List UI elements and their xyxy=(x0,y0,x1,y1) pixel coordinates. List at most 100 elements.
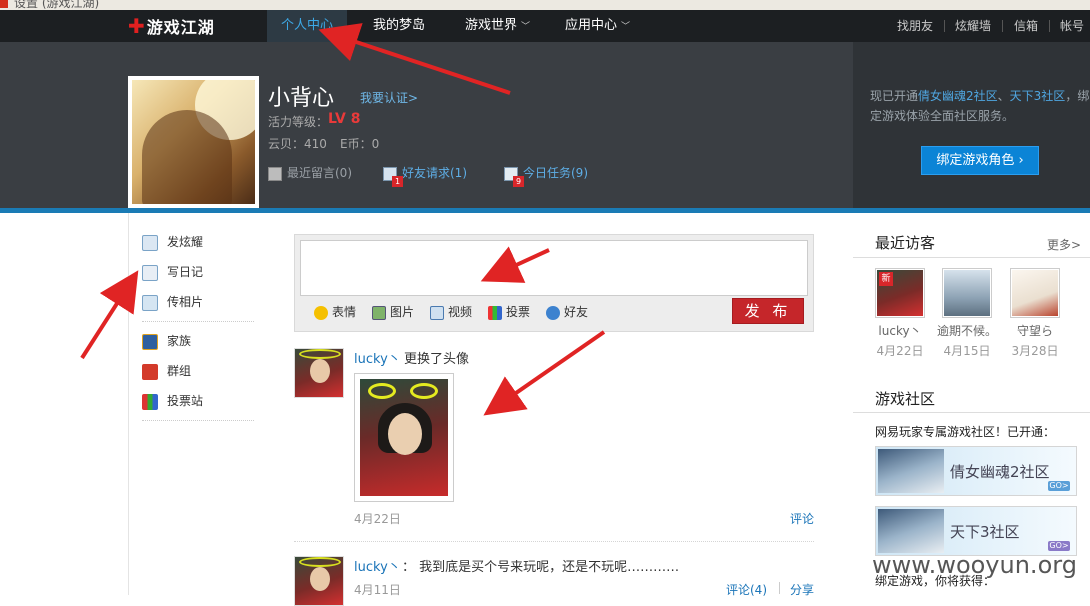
browser-titlebar: 设置 (游戏江湖) xyxy=(0,0,1090,10)
visitor-name[interactable]: 守望ら xyxy=(1005,322,1065,339)
avatar-face xyxy=(310,567,330,591)
go-badge: GO> xyxy=(1048,541,1070,551)
sidebar-label: 家族 xyxy=(167,334,192,348)
logo-mark-icon: ✚ xyxy=(128,14,145,38)
feed-date: 4月11日 xyxy=(354,583,401,597)
level-label: 活力等级： xyxy=(268,115,329,129)
site-logo[interactable]: ✚ 游戏江湖 xyxy=(128,13,215,39)
photo-face xyxy=(388,413,422,455)
bar-chart-icon xyxy=(488,305,502,320)
nav-show-wall[interactable]: 炫耀墙 xyxy=(955,10,991,42)
community-subtitle: 网易玩家专属游戏社区！已开通： xyxy=(875,425,1056,439)
video-tool[interactable]: 视频 xyxy=(430,302,472,322)
tool-label: 表情 xyxy=(332,305,357,319)
nav-item-personal-center[interactable]: 个人中心 xyxy=(267,10,348,42)
smiley-icon xyxy=(314,305,328,320)
banner-character-image xyxy=(878,509,944,553)
visitor-date: 3月28日 xyxy=(1011,344,1059,358)
emoji-tool[interactable]: 表情 xyxy=(314,302,356,322)
section-divider xyxy=(853,257,1090,258)
comment-link[interactable]: 评论(4) xyxy=(726,581,767,598)
share-link[interactable]: 分享 xyxy=(790,581,814,598)
promo-link-tx3[interactable]: 天下3社区 xyxy=(1010,89,1066,103)
nav-divider xyxy=(944,20,945,32)
new-badge: 新 xyxy=(879,272,893,286)
more-visitors-link[interactable]: 更多> xyxy=(1047,236,1081,253)
sidebar-item-post-show[interactable]: 发炫耀 xyxy=(142,232,203,252)
sidebar-divider xyxy=(142,321,254,322)
recent-messages-link[interactable]: 最近留言(0) xyxy=(268,164,352,182)
tool-label: 图片 xyxy=(390,305,415,319)
daily-tasks-link[interactable]: 9 今日任务(9) xyxy=(504,164,588,187)
recent-messages-label: 最近留言(0) xyxy=(287,166,352,180)
visitor-name[interactable]: 逾期不候。 xyxy=(937,322,997,339)
promo-link-qnyh2[interactable]: 倩女幽魂2社区 xyxy=(918,89,998,103)
nav-label: 我的梦岛 xyxy=(373,18,426,33)
logo-text: 游戏江湖 xyxy=(146,18,215,37)
sidebar-label: 写日记 xyxy=(167,265,204,279)
browser-tab-icon xyxy=(0,0,8,8)
feed-user-avatar[interactable] xyxy=(294,348,344,398)
browser-title: 设置 (游戏江湖) xyxy=(14,0,100,10)
post-input[interactable] xyxy=(300,240,808,296)
sidebar-item-groups[interactable]: 群组 xyxy=(142,361,191,381)
sidebar-item-family[interactable]: 家族 xyxy=(142,331,191,351)
sidebar-item-write-diary[interactable]: 写日记 xyxy=(142,262,203,282)
visitor-avatar[interactable] xyxy=(1010,268,1060,318)
go-badge: GO> xyxy=(1048,481,1070,491)
nav-account[interactable]: 帐号 xyxy=(1060,10,1084,42)
nav-mailbox[interactable]: 信箱 xyxy=(1014,10,1038,42)
feed-photo[interactable] xyxy=(354,373,454,502)
clipboard-icon xyxy=(268,166,282,181)
photo-upload-icon xyxy=(142,294,158,311)
publish-button[interactable]: 发 布 xyxy=(732,298,804,324)
promo-sep: 、 xyxy=(997,89,1010,103)
community-banner-qnyh2[interactable]: 倩女幽魂2社区 GO> xyxy=(875,446,1077,496)
bind-game-role-button[interactable]: 绑定游戏角色 › xyxy=(921,146,1039,175)
verify-link[interactable]: 我要认证> xyxy=(360,89,418,106)
top-nav: ✚ 游戏江湖 个人中心 我的梦岛 游戏世界 ﹀ 应用中心 ﹀ 找朋友 炫耀墙 信箱 … xyxy=(0,10,1090,42)
feed-username[interactable]: lucky丶 xyxy=(354,348,401,367)
avatar[interactable] xyxy=(128,76,259,208)
friend-request-icon: 1 xyxy=(383,166,403,187)
sidebar-label: 群组 xyxy=(167,364,192,378)
family-crown-icon xyxy=(142,333,158,350)
image-tool[interactable]: 图片 xyxy=(372,302,414,322)
arrow-to-feed-photo xyxy=(483,330,606,416)
visitor-image xyxy=(1012,270,1058,316)
sidebar-item-upload-photo[interactable]: 传相片 xyxy=(142,292,203,312)
star-post-icon xyxy=(142,234,158,251)
vote-tool[interactable]: 投票 xyxy=(488,302,530,322)
arrow-to-write-diary xyxy=(80,270,139,360)
community-banner-tx3[interactable]: 天下3社区 GO> xyxy=(875,506,1077,556)
nav-item-app-center[interactable]: 应用中心 ﹀ xyxy=(551,10,644,42)
nav-item-game-world[interactable]: 游戏世界 ﹀ xyxy=(451,10,544,42)
feed-photo-image xyxy=(360,379,448,496)
friend-requests-link[interactable]: 1 好友请求(1) xyxy=(383,164,467,187)
mention-friend-tool[interactable]: 好友 xyxy=(546,302,588,322)
feed-user-avatar[interactable] xyxy=(294,556,344,606)
visitor-name[interactable]: lucky丶 xyxy=(870,322,930,339)
visitor-avatar[interactable]: 新 xyxy=(875,268,925,318)
feed-text: ： 我到底是买个号来玩呢，还是不玩呢………… xyxy=(402,560,680,575)
photo-doodle xyxy=(410,383,438,399)
visitor-image: 新 xyxy=(877,270,923,316)
feed-username[interactable]: lucky丶 xyxy=(354,556,401,575)
sidebar-label: 传相片 xyxy=(167,295,204,309)
game-community-title: 游戏社区 xyxy=(875,390,936,408)
sidebar-label: 发炫耀 xyxy=(167,235,204,249)
sidebar-item-vote-station[interactable]: 投票站 xyxy=(142,391,203,411)
banner-label: 天下3社区 xyxy=(950,523,1020,541)
avatar-face xyxy=(310,359,330,383)
avatar-figure xyxy=(142,110,232,204)
visitor-avatar[interactable] xyxy=(942,268,992,318)
daily-task-badge: 9 xyxy=(513,175,524,187)
comment-link[interactable]: 评论 xyxy=(790,510,814,527)
nav-find-friends[interactable]: 找朋友 xyxy=(897,10,933,42)
banner-label: 倩女幽魂2社区 xyxy=(950,463,1050,481)
tool-label: 好友 xyxy=(564,305,589,319)
photo-doodle xyxy=(368,383,396,399)
nav-item-my-dream-island[interactable]: 我的梦岛 xyxy=(359,10,439,42)
chevron-down-icon: ﹀ xyxy=(521,22,531,32)
friend-requests-label: 好友请求(1) xyxy=(402,166,467,180)
